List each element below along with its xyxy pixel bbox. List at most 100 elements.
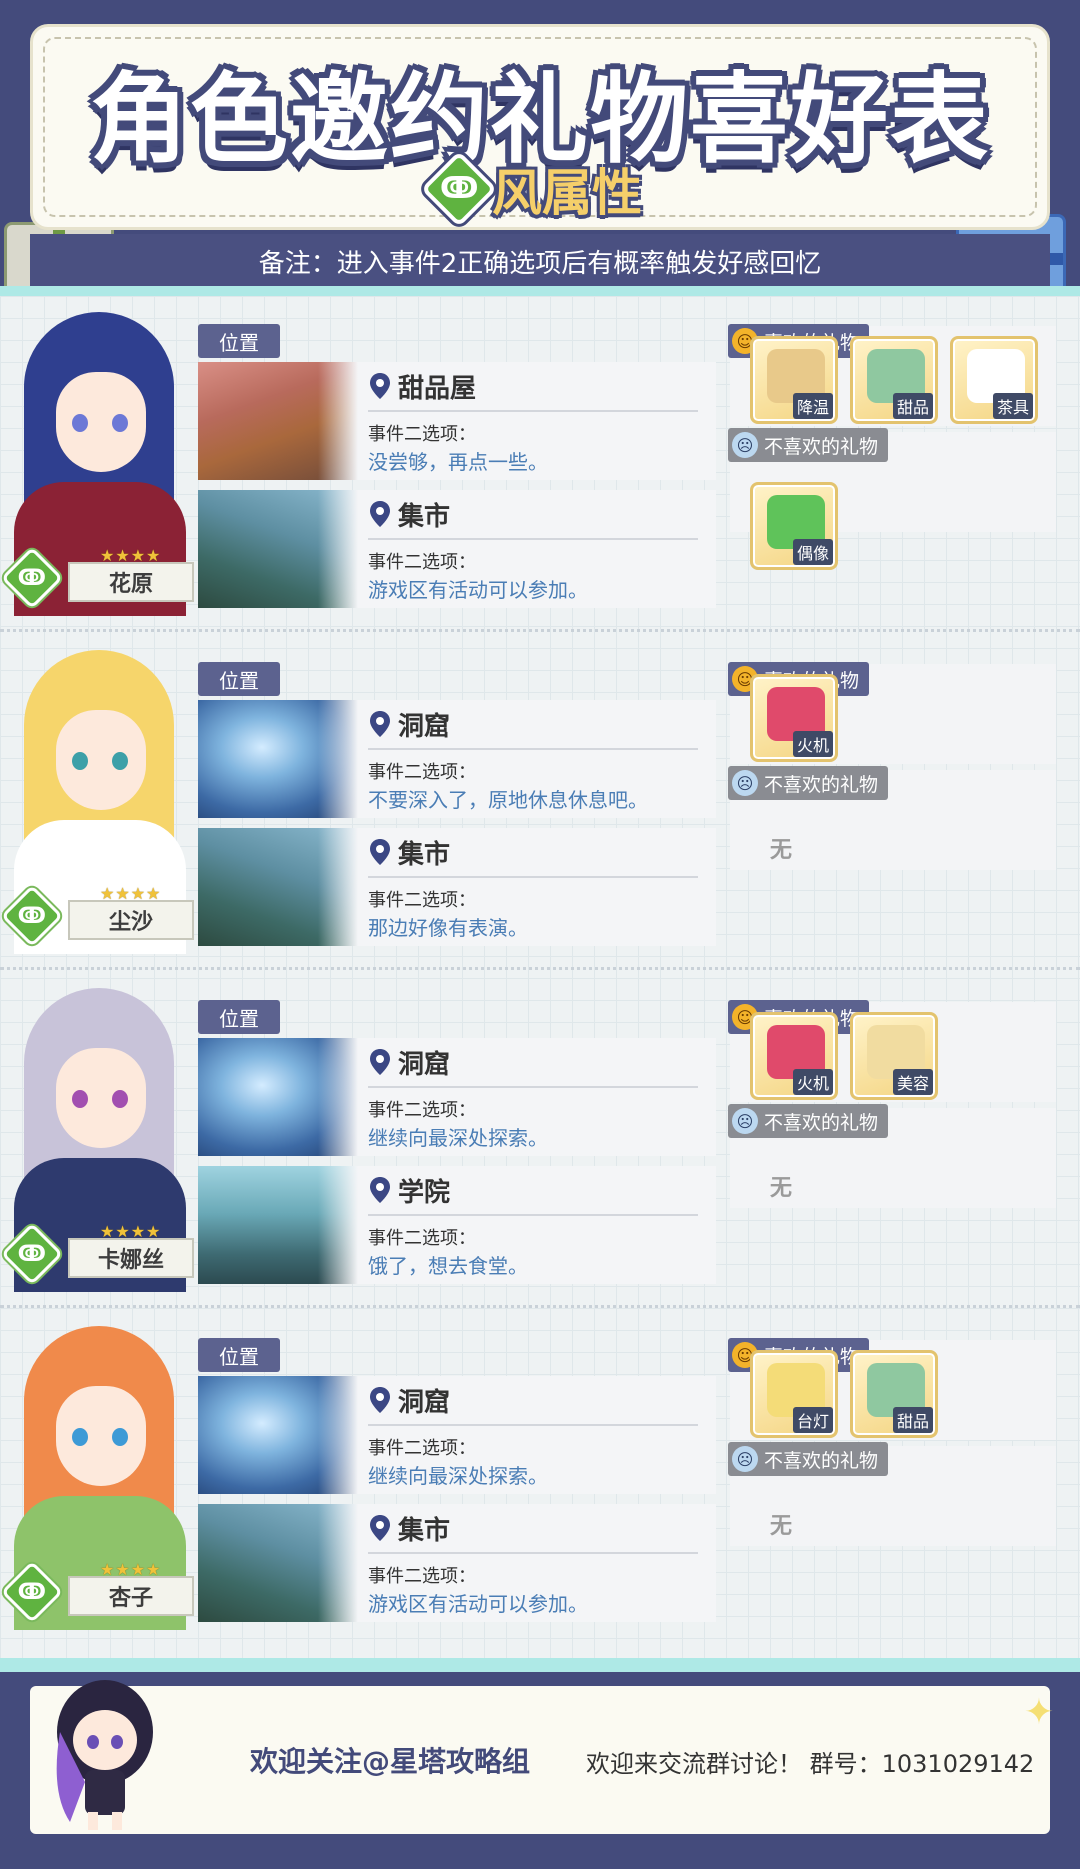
portrait-eye-right	[112, 752, 128, 770]
position-label: 位置	[219, 330, 259, 355]
location-name: 洞窟	[398, 1388, 451, 1418]
note-text: 备注：进入事件2正确选项后有概率触发好感回忆	[258, 248, 822, 279]
position-tag: 位置	[198, 1338, 280, 1372]
gift-name: 甜品	[892, 393, 933, 419]
character-row: ↂ ★ ★ ★ ★ 杏子 位置 洞窟 事件二选项： 继续向最深处探索。 集市 事件二选项： 游戏区有活动…	[0, 1310, 1080, 1640]
gift-name: 台灯	[792, 1407, 833, 1433]
position-label: 位置	[219, 1006, 259, 1031]
event-option-text: 那边好像有表演。	[368, 916, 528, 940]
thumbnail-fade	[318, 1038, 358, 1156]
location-pin-icon	[368, 1176, 392, 1204]
location-pin-icon	[368, 838, 392, 866]
gift-name: 茶具	[992, 393, 1033, 419]
location-divider	[368, 876, 698, 878]
section-separator	[0, 1305, 1080, 1308]
sad-face-icon: ☹	[732, 1446, 758, 1472]
event-option-text: 继续向最深处探索。	[368, 1126, 548, 1150]
character-name: 尘沙	[108, 910, 153, 935]
group-number-text: 欢迎来交流群讨论！ 群号：1031029142	[586, 1750, 1035, 1778]
location-pin-icon	[368, 710, 392, 738]
location-thumbnail	[198, 1166, 358, 1284]
gift-name: 美容	[892, 1069, 933, 1095]
location-card: 学院 事件二选项： 饿了，想去食堂。	[198, 1166, 716, 1284]
gift-name: 火机	[792, 1069, 833, 1095]
location-divider	[368, 1214, 698, 1216]
event-option-label: 事件二选项：	[368, 1100, 476, 1121]
portrait-face	[56, 1386, 146, 1486]
location-name: 集市	[398, 1516, 451, 1546]
event-option-text: 没尝够，再点一些。	[368, 450, 548, 474]
gift-item: 台灯	[750, 1350, 838, 1438]
gift-item: 甜品	[850, 1350, 938, 1438]
gift-item: 火机	[750, 674, 838, 762]
gift-name: 降温	[792, 393, 833, 419]
thumbnail-fade	[318, 490, 358, 608]
character-name-plate: 花原	[68, 562, 194, 602]
location-thumbnail	[198, 1504, 358, 1622]
disliked-gifts-label: 不喜欢的礼物	[764, 435, 879, 458]
gift-item: 降温	[750, 336, 838, 424]
location-name: 学院	[398, 1178, 451, 1208]
event-option-label: 事件二选项：	[368, 762, 476, 783]
location-card: 甜品屋 事件二选项： 没尝够，再点一些。	[198, 362, 716, 480]
gift-item: 茶具	[950, 336, 1038, 424]
location-pin-icon	[368, 500, 392, 528]
location-card: 洞窟 事件二选项： 继续向最深处探索。	[198, 1376, 716, 1494]
location-pin-icon	[368, 372, 392, 400]
wind-element-icon: ↂ	[420, 150, 498, 228]
portrait-face	[56, 1048, 146, 1148]
section-separator	[0, 629, 1080, 632]
gift-name: 甜品	[892, 1407, 933, 1433]
gift-name: 火机	[792, 731, 833, 757]
thumbnail-fade	[318, 828, 358, 946]
position-tag: 位置	[198, 324, 280, 358]
location-card: 集市事件二选项： 那边好像有表演。	[198, 828, 716, 946]
location-name: 甜品屋	[398, 374, 477, 404]
location-pin-icon	[368, 1048, 392, 1076]
location-divider	[368, 410, 698, 412]
no-disliked-gifts: 无	[770, 1176, 793, 1201]
location-pin-icon	[368, 1386, 392, 1414]
portrait-face	[56, 372, 146, 472]
location-divider	[368, 538, 698, 540]
location-name: 集市	[398, 502, 451, 532]
portrait-eye-right	[112, 1428, 128, 1446]
disliked-gifts-label: 不喜欢的礼物	[764, 1111, 879, 1134]
location-thumbnail	[198, 1038, 358, 1156]
character-name-plate: 卡娜丝	[68, 1238, 194, 1278]
portrait-eye-left	[72, 414, 88, 432]
disliked-gifts-tag: ☹ 不喜欢的礼物	[728, 428, 889, 462]
position-tag: 位置	[198, 1000, 280, 1034]
portrait-eye-left	[72, 1428, 88, 1446]
portrait-face	[56, 710, 146, 810]
chibi-mascot-image	[30, 1662, 180, 1832]
character-row: ↂ ★ ★ ★ ★ 花原 位置 甜品屋 事件二选项： 没尝够，再点一些。 集市 事件二选项： 游戏区有活…	[0, 296, 1080, 626]
gift-item: 火机	[750, 1012, 838, 1100]
event-option-label: 事件二选项：	[368, 890, 476, 911]
thumbnail-fade	[318, 1504, 358, 1622]
character-list: ↂ ★ ★ ★ ★ 花原 位置 甜品屋 事件二选项： 没尝够，再点一些。 集市 事件二选项： 游戏区有活…	[0, 296, 1080, 1658]
event-option-text: 游戏区有活动可以参加。	[368, 578, 588, 602]
event-option-label: 事件二选项：	[368, 1228, 476, 1249]
gift-item: 偶像	[750, 482, 838, 570]
thumbnail-fade	[318, 1166, 358, 1284]
location-thumbnail	[198, 700, 358, 818]
event-option-label: 事件二选项：	[368, 1438, 476, 1459]
disliked-gifts-tag: ☹ 不喜欢的礼物	[728, 766, 889, 800]
location-card: 洞窟 事件二选项： 继续向最深处探索。	[198, 1038, 716, 1156]
disliked-gifts-tag: ☹ 不喜欢的礼物	[728, 1104, 889, 1138]
sad-face-icon: ☹	[732, 1108, 758, 1134]
event-option-label: 事件二选项：	[368, 1566, 476, 1587]
gift-name: 偶像	[792, 539, 833, 565]
thumbnail-fade	[318, 362, 358, 480]
disliked-gifts-label: 不喜欢的礼物	[764, 773, 879, 796]
location-name: 集市	[398, 840, 451, 870]
sparkle-icon: ✦	[1023, 1692, 1054, 1733]
character-row: ↂ ★ ★ ★ ★ 卡娜丝 位置 洞窟 事件二选项： 继续向最深处探索。 学院 事件二选项： 饿了，想去…	[0, 972, 1080, 1302]
location-divider	[368, 1086, 698, 1088]
character-row: ↂ ★ ★ ★ ★ 尘沙 位置 洞窟 事件二选项： 不要深入了，原地休息休息吧。 集市 事件二选项：那…	[0, 634, 1080, 964]
element-subtitle: ↂ 风属性	[420, 150, 642, 228]
character-name-plate: 尘沙	[68, 900, 194, 940]
disliked-gifts-tag: ☹ 不喜欢的礼物	[728, 1442, 889, 1476]
page-frame: 角色邀约礼物喜好表 ↂ 风属性 备注：进入事件2正确选项后有概率触发好感回忆 ↂ…	[0, 0, 1080, 1869]
